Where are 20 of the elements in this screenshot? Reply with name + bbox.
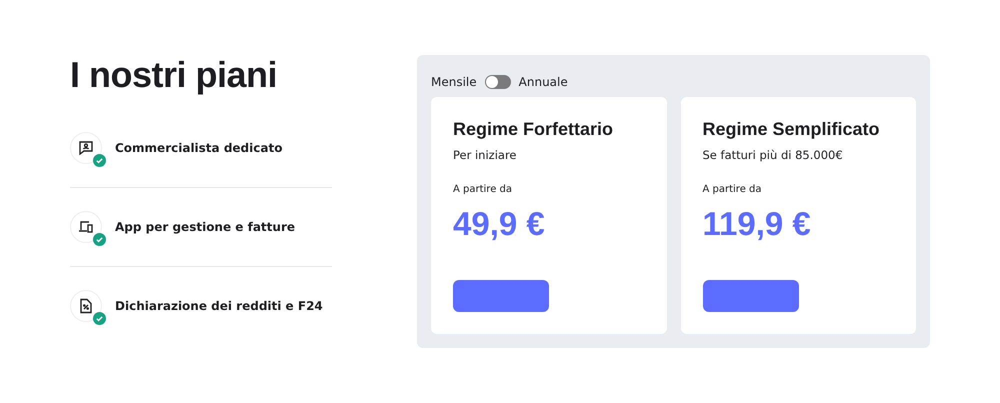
plan-price: 49,9 € — [453, 205, 546, 243]
price-label: A partire da — [453, 184, 514, 195]
chat-person-icon — [78, 140, 94, 156]
toggle-label: Annuale — [518, 75, 568, 89]
plan-button[interactable] — [702, 280, 798, 312]
page-title: I nostri piani — [70, 55, 278, 95]
devices-icon — [78, 219, 94, 235]
toggle-label: Mensile — [431, 75, 477, 89]
plan-name: Regime Forfettario — [453, 119, 614, 140]
feature-label: Commercialista dedicato — [115, 141, 282, 155]
billing-toggle[interactable] — [484, 75, 511, 89]
plan-subtitle: Per iniziare — [453, 148, 518, 162]
plan-name: Regime Semplificato — [702, 119, 881, 140]
feature-label: App per gestione e fatture — [115, 220, 295, 234]
plan-price: 119,9 € — [702, 205, 812, 243]
price-label: A partire da — [702, 184, 763, 195]
document-percent-icon — [78, 298, 94, 314]
plan-button[interactable] — [453, 280, 549, 312]
feature-label: Dichiarazione dei redditi e F24 — [115, 299, 323, 313]
plan-subtitle: Se fatturi più di 85.000€ — [702, 148, 844, 162]
